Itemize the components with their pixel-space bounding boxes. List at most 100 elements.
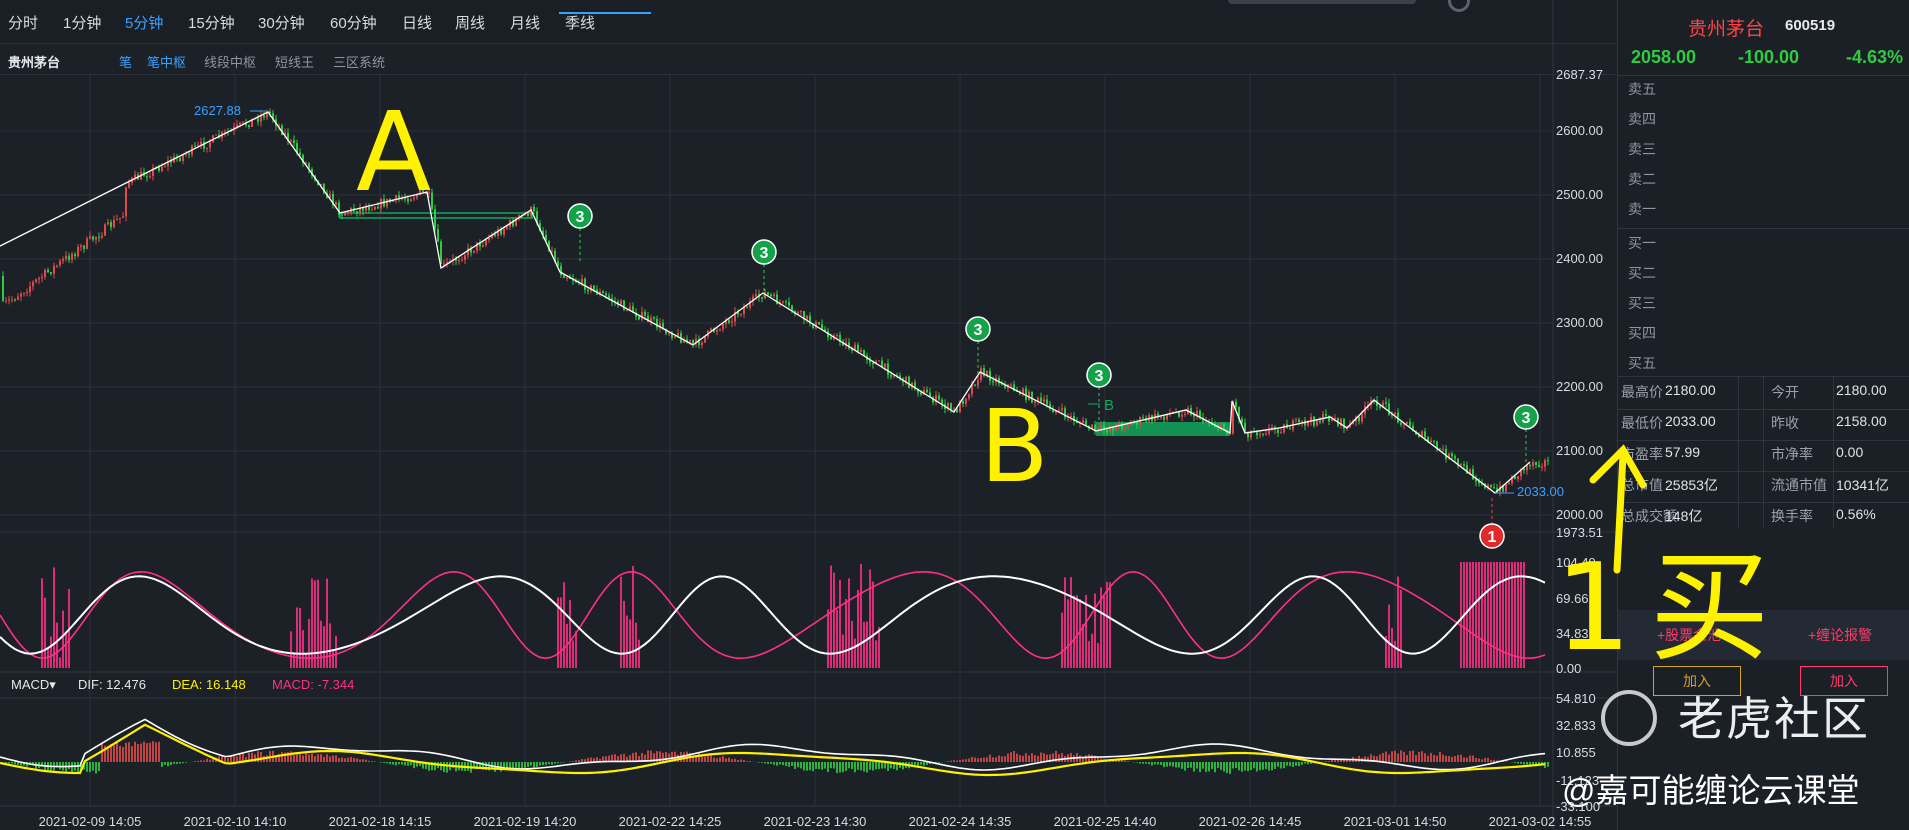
macd-bar [821, 762, 823, 770]
macd-bar [1079, 755, 1081, 762]
handwritten-arrow [1589, 444, 1647, 574]
candle [581, 278, 583, 284]
candle [293, 139, 295, 144]
candle [248, 124, 250, 127]
osc-bar [1475, 562, 1477, 668]
candle [767, 292, 769, 295]
macd-bar [1295, 762, 1297, 766]
candle [1493, 487, 1495, 489]
macd-bar [1190, 762, 1192, 768]
candle [770, 294, 772, 297]
macd-bar [1523, 762, 1525, 765]
kline-chart[interactable]: B 2627.882033.00333331 2687.372600.00250… [0, 0, 1616, 830]
macd-bar [1475, 757, 1477, 762]
macd-bar [542, 762, 544, 766]
macd-bar [1202, 762, 1204, 769]
candle [773, 294, 775, 297]
bid-level-5: 买五 [1628, 355, 1656, 371]
candle [872, 362, 874, 365]
macd-bar [1382, 752, 1384, 762]
macd-bar [1124, 760, 1126, 762]
macd-bar [1181, 762, 1183, 769]
macd-bar [1040, 752, 1042, 762]
ask-level-5: 卖五 [1628, 81, 1656, 97]
stat-value-0-3: 2180.00 [1836, 382, 1887, 398]
candle [14, 299, 16, 301]
candle [1379, 405, 1381, 408]
macd-bar [1448, 756, 1450, 762]
bid-level-1: 买一 [1628, 235, 1656, 251]
macd-bar [812, 762, 814, 772]
candle [71, 254, 73, 260]
candle [56, 265, 58, 267]
macd-bar [524, 762, 526, 769]
candle [200, 141, 202, 145]
chan-alert-button[interactable]: +缠论报警 [1808, 625, 1872, 645]
candle [1463, 464, 1465, 466]
candle [668, 333, 670, 335]
candle [710, 328, 712, 331]
osc-bar [1397, 576, 1399, 668]
macd-bar [98, 762, 100, 772]
macd-bar [572, 761, 574, 762]
candle [203, 141, 205, 149]
macd-bar [557, 762, 559, 764]
macd-bar [992, 757, 994, 762]
macd-bar [1472, 755, 1474, 762]
macd-bar [311, 753, 313, 762]
candle [992, 380, 994, 383]
macd-bar [395, 762, 397, 766]
candle [602, 291, 604, 294]
osc-bar [854, 638, 856, 668]
macd-bar [1127, 761, 1129, 762]
macd-selector[interactable]: MACD▾ [11, 677, 56, 693]
macd-bar [1484, 757, 1486, 762]
candle [1178, 411, 1180, 417]
candle [50, 272, 52, 274]
macd-bar [722, 756, 724, 762]
osc-bar [1082, 624, 1084, 668]
candle [1082, 420, 1084, 423]
candle [83, 245, 85, 249]
osc-bar [326, 578, 328, 668]
candle [1301, 420, 1303, 422]
osc-bar [290, 631, 292, 668]
macd-bar [725, 758, 727, 762]
macd-bar [1358, 755, 1360, 762]
candle [1319, 420, 1321, 423]
candle [620, 300, 622, 305]
candle [89, 236, 91, 239]
macd-bar [1430, 752, 1432, 762]
macd-bar [530, 762, 532, 766]
macd-header: MACD▾ DIF: 12.476 DEA: 16.148 MACD: -7.3… [0, 672, 1616, 698]
osc-bar [575, 631, 577, 668]
macd-bar [1043, 753, 1045, 762]
macd-bar [197, 760, 199, 762]
macd-bar [698, 752, 700, 762]
macd-bar [746, 761, 748, 762]
candle [44, 269, 46, 278]
osc-bar [839, 580, 841, 668]
macd-bar [302, 755, 304, 762]
stat-value-0-1: 2180.00 [1665, 382, 1716, 398]
macd-bar [1208, 762, 1210, 772]
candle [5, 300, 7, 302]
macd-bar [1466, 757, 1468, 762]
macd-bar [1304, 762, 1306, 764]
macd-bar [155, 742, 157, 762]
macd-bar [959, 760, 961, 762]
macd-bar [1286, 762, 1288, 766]
candle [239, 122, 241, 125]
time-tick-1: 2021-02-10 14:10 [184, 814, 287, 829]
macd-bar [194, 761, 196, 762]
candle [23, 293, 25, 295]
macd-bar [371, 761, 373, 762]
signal-3-label-3: 3 [1095, 368, 1104, 385]
candle [431, 192, 433, 210]
stat-value-3-3: 10341亿 [1836, 477, 1889, 493]
time-tick-2: 2021-02-18 14:15 [329, 814, 432, 829]
candle [1100, 425, 1102, 428]
macd-bar [1223, 762, 1225, 772]
candle [488, 238, 490, 241]
candle [782, 301, 784, 303]
